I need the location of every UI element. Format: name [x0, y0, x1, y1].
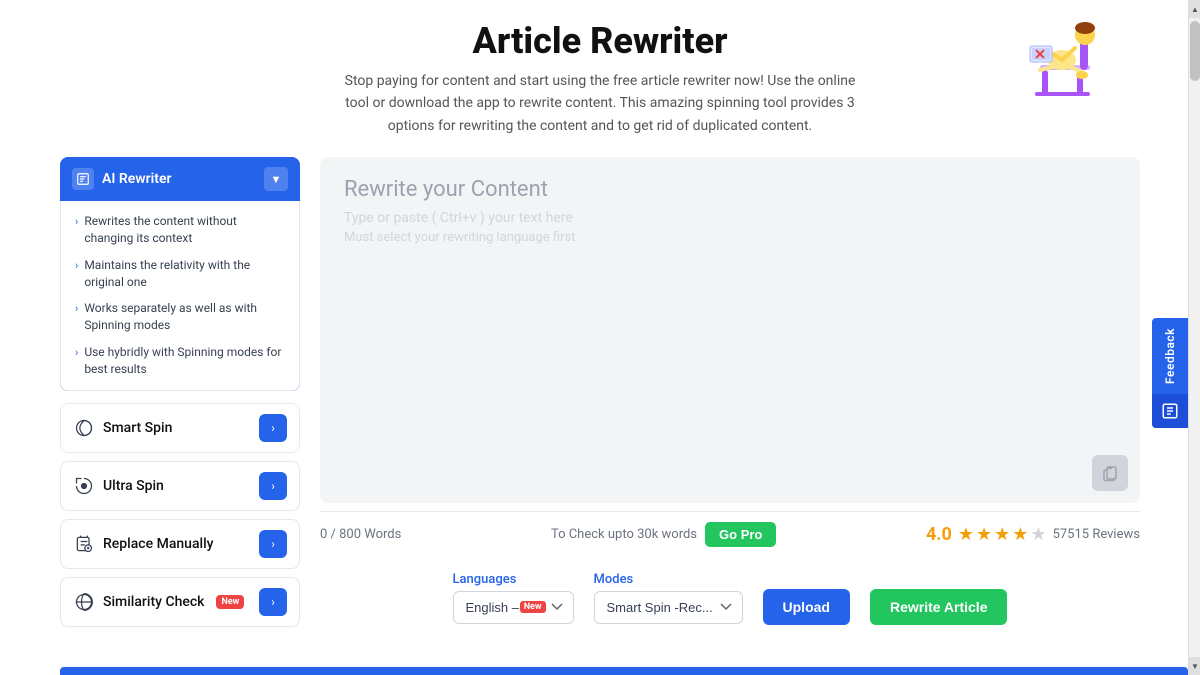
smart-spin-left: Smart Spin — [73, 417, 172, 439]
language-section: Languages English – EN Spanish – ES Fren… — [453, 572, 574, 624]
sidebar-item-similarity-check[interactable]: Similarity Check New › — [60, 577, 300, 627]
smart-spin-icon — [73, 417, 95, 439]
replace-manually-arrow[interactable]: › — [259, 530, 287, 558]
scrollbar-down[interactable]: ▼ — [1189, 657, 1200, 675]
editor-placeholder-sub: Type or paste ( Ctrl+v ) your text here — [344, 210, 1116, 226]
replace-manually-label: Replace Manually — [103, 536, 214, 552]
sidebar: AI Rewriter ▼ › Rewrites the content wit… — [60, 157, 300, 634]
upload-button[interactable]: Upload — [763, 589, 850, 625]
reviews-text: 57515 Reviews — [1053, 527, 1140, 542]
star-4: ★ — [1012, 524, 1028, 545]
ai-rewriter-features: › Rewrites the content without changing … — [60, 201, 300, 390]
languages-label: Languages — [453, 572, 574, 587]
rating-number: 4.0 — [926, 524, 952, 545]
ai-feature-4-text: Use hybridly with Spinning modes for bes… — [84, 344, 285, 378]
star-1: ★ — [958, 524, 974, 545]
page-title: Article Rewriter — [20, 20, 1180, 62]
replace-manually-icon — [73, 533, 95, 555]
page-header: Article Rewriter Stop paying for content… — [0, 0, 1200, 147]
ultra-spin-icon — [73, 475, 95, 497]
pro-text: To Check upto 30k words — [551, 527, 697, 542]
mode-select[interactable]: Smart Spin -Rec... Ultra Spin AI Rewrite… — [594, 591, 743, 624]
sidebar-ai-rewriter-header[interactable]: AI Rewriter ▼ — [60, 157, 300, 201]
editor-paste-icon — [1092, 455, 1128, 491]
ai-feature-3-text: Works separately as well as with Spinnin… — [84, 300, 285, 334]
ai-feature-2-text: Maintains the relativity with the origin… — [84, 257, 285, 291]
bottom-hint-bar — [60, 667, 1188, 675]
ai-rewriter-toggle[interactable]: ▼ — [264, 167, 288, 191]
ai-feature-4: › Use hybridly with Spinning modes for b… — [75, 344, 285, 378]
smart-spin-label: Smart Spin — [103, 420, 172, 436]
ai-feature-3: › Works separately as well as with Spinn… — [75, 300, 285, 334]
bottom-bar: Languages English – EN Spanish – ES Fren… — [320, 561, 1140, 635]
ai-feature-1: › Rewrites the content without changing … — [75, 213, 285, 247]
smart-spin-arrow[interactable]: › — [259, 414, 287, 442]
star-5: ★ — [1030, 524, 1046, 545]
language-new-badge: New — [520, 601, 546, 613]
sidebar-item-smart-spin[interactable]: Smart Spin › — [60, 403, 300, 453]
feedback-icon — [1152, 394, 1188, 428]
header-illustration — [1020, 10, 1105, 109]
word-count: 0 / 800 Words — [320, 527, 401, 542]
star-3: ★ — [994, 524, 1010, 545]
language-select-wrapper: English – EN Spanish – ES French – FR Ne… — [453, 591, 574, 624]
sidebar-item-replace-manually[interactable]: Replace Manually › — [60, 519, 300, 569]
replace-manually-left: Replace Manually — [73, 533, 214, 555]
ultra-spin-label: Ultra Spin — [103, 478, 164, 494]
similarity-check-label: Similarity Check — [103, 594, 204, 610]
modes-label: Modes — [594, 572, 743, 587]
similarity-check-icon — [73, 591, 95, 613]
sidebar-ai-rewriter: AI Rewriter ▼ › Rewrites the content wit… — [60, 157, 300, 390]
content-area: Rewrite your Content Type or paste ( Ctr… — [320, 157, 1140, 634]
language-select[interactable]: English – EN Spanish – ES French – FR — [453, 591, 574, 624]
editor-placeholder-note: Must select your rewriting language firs… — [344, 230, 1116, 245]
feedback-label: Feedback — [1155, 318, 1185, 394]
page-description: Stop paying for content and start using … — [340, 70, 860, 137]
feature-chevron-4: › — [75, 345, 78, 360]
ai-rewriter-icon — [72, 168, 94, 190]
feedback-tab[interactable]: Feedback — [1152, 318, 1188, 428]
similarity-new-badge: New — [216, 595, 244, 609]
ai-feature-1-text: Rewrites the content without changing it… — [84, 213, 285, 247]
star-2: ★ — [976, 524, 992, 545]
stats-bar: 0 / 800 Words To Check upto 30k words Go… — [320, 511, 1140, 557]
editor-placeholder-title: Rewrite your Content — [344, 177, 1116, 202]
sidebar-ai-label-group: AI Rewriter — [72, 168, 172, 190]
sidebar-item-ultra-spin[interactable]: Ultra Spin › — [60, 461, 300, 511]
rewrite-article-button[interactable]: Rewrite Article — [870, 589, 1008, 625]
feature-chevron-2: › — [75, 258, 78, 273]
main-layout: AI Rewriter ▼ › Rewrites the content wit… — [0, 157, 1200, 634]
rating-section: 4.0 ★ ★ ★ ★ ★ 57515 Reviews — [926, 524, 1140, 545]
text-editor[interactable]: Rewrite your Content Type or paste ( Ctr… — [320, 157, 1140, 502]
similarity-check-arrow[interactable]: › — [259, 588, 287, 616]
ultra-spin-left: Ultra Spin — [73, 475, 164, 497]
pro-section: To Check upto 30k words Go Pro — [551, 522, 776, 547]
stars: ★ ★ ★ ★ ★ — [958, 524, 1047, 545]
feature-chevron-3: › — [75, 301, 78, 316]
ultra-spin-arrow[interactable]: › — [259, 472, 287, 500]
similarity-check-left: Similarity Check New — [73, 591, 244, 613]
go-pro-button[interactable]: Go Pro — [705, 522, 776, 547]
ai-rewriter-label: AI Rewriter — [102, 171, 172, 187]
feature-chevron-1: › — [75, 214, 78, 229]
ai-feature-2: › Maintains the relativity with the orig… — [75, 257, 285, 291]
modes-section: Modes Smart Spin -Rec... Ultra Spin AI R… — [594, 572, 743, 624]
